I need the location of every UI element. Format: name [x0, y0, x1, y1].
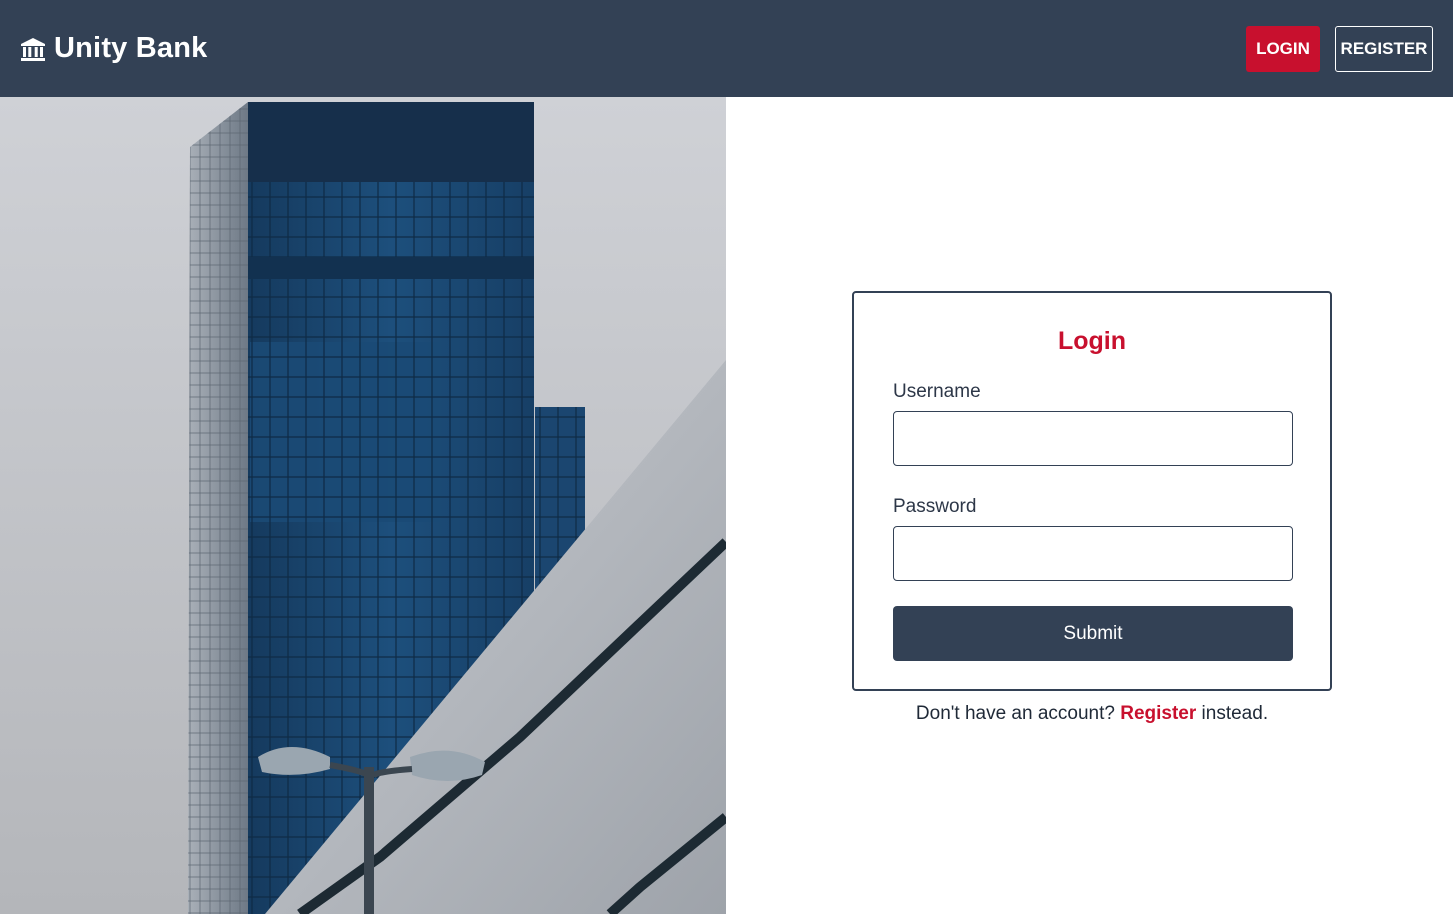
login-panel: Login Username Password Submit Don't hav…: [726, 97, 1453, 914]
password-input[interactable]: [893, 526, 1293, 581]
username-label: Username: [893, 381, 981, 402]
register-link[interactable]: Register: [1120, 703, 1196, 724]
login-title: Login: [1057, 327, 1127, 355]
register-prompt: Don't have an account? Register instead.: [852, 703, 1332, 725]
brand-name: Unity Bank: [54, 32, 208, 64]
hero-image: [0, 97, 726, 914]
password-label: Password: [893, 496, 977, 517]
brand-logo[interactable]: Unity Bank: [20, 32, 207, 65]
top-navbar: Unity Bank LOGIN REGISTER: [0, 0, 1453, 97]
register-prompt-suffix: instead.: [1201, 703, 1269, 724]
username-input[interactable]: [893, 411, 1293, 466]
nav-actions: LOGIN REGISTER: [1246, 25, 1433, 72]
register-prompt-prefix: Don't have an account?: [915, 703, 1115, 724]
submit-button[interactable]: Submit: [893, 606, 1293, 661]
login-nav-button[interactable]: LOGIN: [1246, 25, 1320, 72]
register-nav-button[interactable]: REGISTER: [1335, 25, 1433, 72]
bank-icon: [20, 36, 46, 62]
login-card: Login Username Password Submit: [852, 291, 1332, 691]
office-tower-illustration: [0, 97, 726, 914]
